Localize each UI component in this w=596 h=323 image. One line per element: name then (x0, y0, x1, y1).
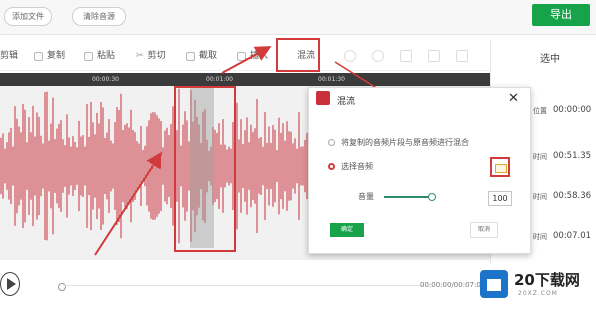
volume-input[interactable]: 100 (488, 191, 512, 206)
info-label: 时间 (533, 193, 547, 201)
info-value-position[interactable]: 00:00:00 (553, 105, 591, 115)
arrow-to-mix-tool (221, 46, 272, 74)
mix-option-radio[interactable] (328, 139, 335, 146)
volume-slider-handle[interactable] (428, 193, 436, 201)
info-label: 时间 (533, 153, 547, 161)
mix-tool-highlight-box (276, 38, 320, 72)
folder-icon[interactable] (490, 157, 510, 177)
select-audio-radio[interactable] (328, 163, 335, 170)
info-label: 时间 (533, 233, 547, 241)
dialog-title: 混流 (337, 97, 356, 107)
info-value-duration[interactable]: 00:07.01 (553, 231, 591, 241)
volume-slider[interactable] (384, 196, 434, 198)
mix-option-label: 将复制的音频片段与原音频进行混合 (341, 138, 469, 147)
info-value-start[interactable]: 00:51.35 (553, 151, 591, 161)
watermark-sub: 20XZ.COM (518, 290, 558, 297)
selection-panel-header: 选中 (540, 54, 560, 65)
select-audio-label: 选择音频 (341, 162, 373, 171)
watermark-logo-icon (480, 270, 508, 298)
play-icon (7, 278, 16, 290)
playback-time: 00:00:00/00:07:01 (420, 281, 486, 289)
ok-button[interactable]: 确定 (330, 223, 364, 237)
site-watermark: 20下载网 20XZ.COM (480, 266, 590, 306)
arrow-to-selection (94, 151, 163, 256)
watermark-brand: 20下载网 (514, 271, 580, 289)
app-logo-icon (316, 91, 330, 105)
seek-bar[interactable] (64, 285, 424, 286)
info-label: 位置 (533, 107, 547, 115)
cancel-button[interactable]: 取消 (470, 222, 498, 238)
volume-label: 音量 (358, 192, 374, 201)
play-button[interactable] (0, 272, 20, 296)
close-icon[interactable]: ✕ (508, 91, 519, 106)
info-value-end[interactable]: 00:58.36 (553, 191, 591, 201)
folder-shape (495, 164, 507, 173)
